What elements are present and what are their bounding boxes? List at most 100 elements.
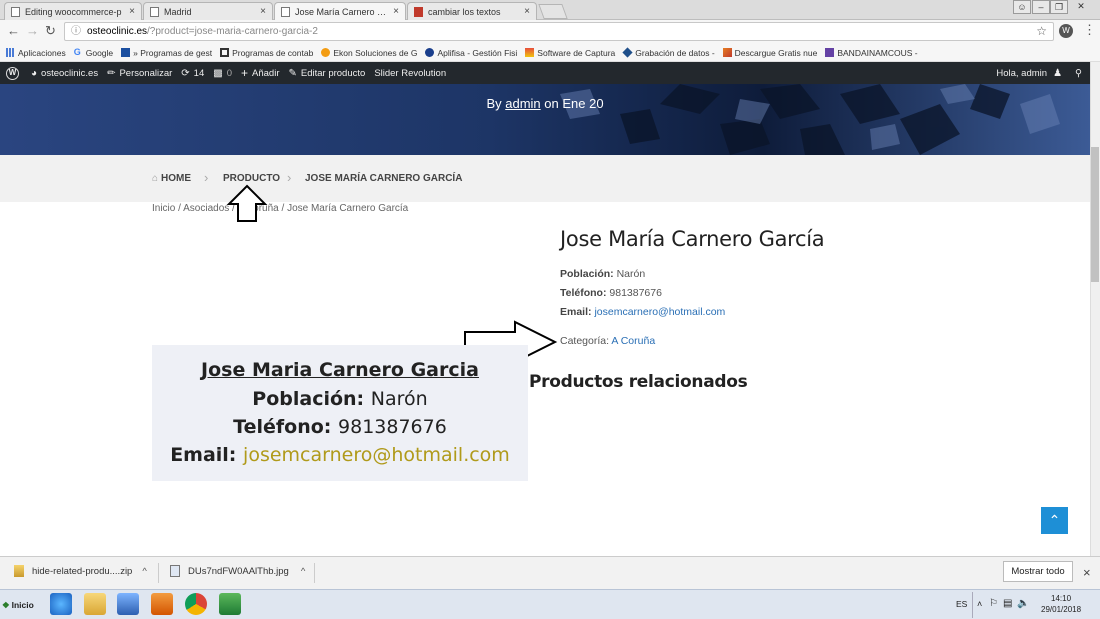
image-file-icon xyxy=(170,565,180,577)
close-window-icon[interactable]: ✕ xyxy=(1072,0,1090,14)
download-filename: hide-related-produ....zip xyxy=(32,565,133,577)
author-link[interactable]: admin xyxy=(505,96,540,111)
bookmark-aplifisa[interactable]: Aplifisa - Gestión Fisi xyxy=(425,48,517,58)
chevron-up-icon[interactable]: ^ xyxy=(301,566,305,577)
chevron-up-icon[interactable]: ^ xyxy=(142,566,146,577)
breadcrumb: ⌂ HOME › PRODUCTO › JOSE MARÍA CARNERO GA… xyxy=(0,155,1090,202)
new-tab-button[interactable] xyxy=(538,4,568,19)
flag-icon[interactable]: ⚐ xyxy=(989,598,998,609)
user-profile-icon[interactable]: ☺ xyxy=(1013,0,1031,14)
bookmark-grabacion[interactable]: Grabación de datos - xyxy=(622,47,715,58)
excel-icon[interactable] xyxy=(219,593,241,615)
adminbar-search-icon[interactable]: ⚲ xyxy=(1075,68,1082,79)
bookmark-label: Descargue Gratis nue xyxy=(734,47,818,58)
bookmark-programas-gest[interactable]: » Programas de gest xyxy=(121,48,212,58)
bookmark-descargue[interactable]: Descargue Gratis nue xyxy=(722,47,818,58)
brush-icon: ✏ xyxy=(107,67,116,79)
wordpress-logo-icon[interactable]: W xyxy=(6,66,19,80)
adminbar-updates[interactable]: ⟳ 14 xyxy=(181,68,204,79)
tab-close-icon[interactable]: × xyxy=(393,6,399,17)
bookmark-label: Programas de contab xyxy=(232,47,314,58)
network-icon[interactable]: ▤ xyxy=(1003,598,1012,609)
language-indicator[interactable]: ES xyxy=(956,599,967,609)
byline-date: on Ene 20 xyxy=(544,96,604,111)
breadcrumb-product[interactable]: PRODUCTO xyxy=(223,173,280,184)
bookmark-apps[interactable]: Aplicaciones xyxy=(6,48,66,58)
adminbar-site[interactable]: ◕ osteoclinic.es xyxy=(31,68,98,79)
adminbar-add-new[interactable]: + Añadir xyxy=(241,66,279,80)
card-name: Jose Maria Carnero Garcia xyxy=(201,359,479,381)
email-label: Email: xyxy=(560,306,592,318)
info-icon[interactable]: ⓘ xyxy=(71,23,81,40)
tab-close-icon[interactable]: × xyxy=(260,6,266,17)
back-arrow-icon[interactable]: ← xyxy=(7,23,20,38)
reload-icon[interactable]: ↻ xyxy=(45,23,56,39)
adminbar-account[interactable]: Hola, admin ♟ xyxy=(996,68,1066,79)
adminbar-customize[interactable]: ✏ Personalizar xyxy=(107,68,172,79)
chrome-icon[interactable] xyxy=(185,593,207,615)
updates-icon: ⟳ xyxy=(181,67,190,79)
site-favicon-icon xyxy=(525,48,535,57)
url-input[interactable]: ⓘ osteoclinic.es/?product=jose-maria-car… xyxy=(64,22,1054,41)
comments-count: 0 xyxy=(226,67,232,79)
adminbar-greeting: Hola, admin xyxy=(996,67,1048,79)
tab-madrid[interactable]: Madrid × xyxy=(143,2,273,20)
url-path: /?product=jose-maria-carnero-garcia-2 xyxy=(147,26,318,37)
tab-cambiar-textos[interactable]: cambiar los textos × xyxy=(407,2,537,20)
bookmark-bandainamco[interactable]: BANDAINAMCOUS - xyxy=(825,48,918,58)
bookmark-label: Grabación de datos - xyxy=(635,47,715,58)
page-icon xyxy=(281,6,290,17)
bookmark-label: » Programas de gest xyxy=(133,47,213,58)
page-scrollbar[interactable] xyxy=(1090,62,1100,556)
bookmark-star-icon[interactable]: ☆ xyxy=(1036,23,1047,40)
bookmark-ekon[interactable]: Ekon Soluciones de G xyxy=(321,48,417,58)
outlook-icon[interactable] xyxy=(151,593,173,615)
tray-expand-icon[interactable]: ˄ xyxy=(977,599,982,609)
scrollbar-thumb[interactable] xyxy=(1091,147,1099,282)
tab-jose-maria[interactable]: Jose María Carnero Garc × xyxy=(274,2,406,20)
tab-close-icon[interactable]: × xyxy=(524,6,530,17)
categoria-link[interactable]: A Coruña xyxy=(611,335,655,347)
download-bar-close-icon[interactable]: × xyxy=(1083,565,1091,580)
woocommerce-breadcrumb[interactable]: Inicio / Asociados / A Coruña / Jose Mar… xyxy=(152,203,408,214)
menu-kebab-icon[interactable]: ⋮ xyxy=(1083,22,1096,38)
adminbar-edit-product[interactable]: ✎ Editar producto xyxy=(288,68,365,79)
media-player-icon[interactable] xyxy=(117,593,139,615)
comment-icon: ▩ xyxy=(213,67,223,79)
restore-icon[interactable]: ❐ xyxy=(1050,0,1068,14)
speaker-icon[interactable]: 🔈 xyxy=(1017,598,1029,609)
tab-label: cambiar los textos xyxy=(428,6,501,17)
bookmark-programas-contab[interactable]: Programas de contab xyxy=(220,48,313,58)
internet-explorer-icon[interactable] xyxy=(50,593,72,615)
product-image[interactable]: Jose Maria Carnero Garcia Población: Nar… xyxy=(152,345,528,481)
bookmark-google[interactable]: G Google xyxy=(74,48,113,58)
adminbar-comments[interactable]: ▩ 0 xyxy=(213,68,232,79)
show-all-downloads-button[interactable]: Mostrar todo xyxy=(1003,561,1073,582)
annotation-up-arrow-icon xyxy=(226,184,268,222)
card-poblacion-label: Población: xyxy=(252,388,365,410)
breadcrumb-home[interactable]: ⌂ HOME xyxy=(152,173,191,184)
download-item-jpg[interactable]: DUs7ndFW0AAlThb.jpg ^ xyxy=(170,565,305,577)
forward-arrow-icon[interactable]: → xyxy=(26,23,39,38)
bookmark-label: Google xyxy=(85,47,114,58)
bookmark-software-captura[interactable]: Software de Captura xyxy=(525,48,615,58)
adminbar-slider-revolution[interactable]: Slider Revolution xyxy=(374,68,446,79)
tab-close-icon[interactable]: × xyxy=(129,6,135,17)
start-button[interactable]: ❖ Inicio xyxy=(2,596,38,614)
clock-time[interactable]: 14:10 xyxy=(1051,594,1071,603)
site-favicon-icon xyxy=(622,47,633,58)
download-filename: DUs7ndFW0AAlThb.jpg xyxy=(188,565,289,577)
product-categoria: Categoría: A Coruña xyxy=(560,335,655,347)
tab-label: Editing woocommerce-p xyxy=(25,6,122,17)
minimize-icon[interactable]: – xyxy=(1032,0,1050,14)
wp-admin-bar: W ◕ osteoclinic.es ✏ Personalizar ⟳ 14 ▩ 0 +… xyxy=(0,62,1090,84)
wordpress-extension-icon[interactable]: W xyxy=(1059,24,1073,38)
back-to-top-button[interactable]: ⌃ xyxy=(1041,507,1068,534)
twitch-icon xyxy=(825,48,835,57)
file-explorer-icon[interactable] xyxy=(84,593,106,615)
download-item-zip[interactable]: hide-related-produ....zip ^ xyxy=(14,565,147,577)
clock-date[interactable]: 29/01/2018 xyxy=(1041,605,1081,614)
tab-editing-woocommerce[interactable]: Editing woocommerce-p × xyxy=(4,2,142,20)
product-poblacion: Población: Narón xyxy=(560,268,645,280)
email-link[interactable]: josemcarnero@hotmail.com xyxy=(594,306,725,318)
